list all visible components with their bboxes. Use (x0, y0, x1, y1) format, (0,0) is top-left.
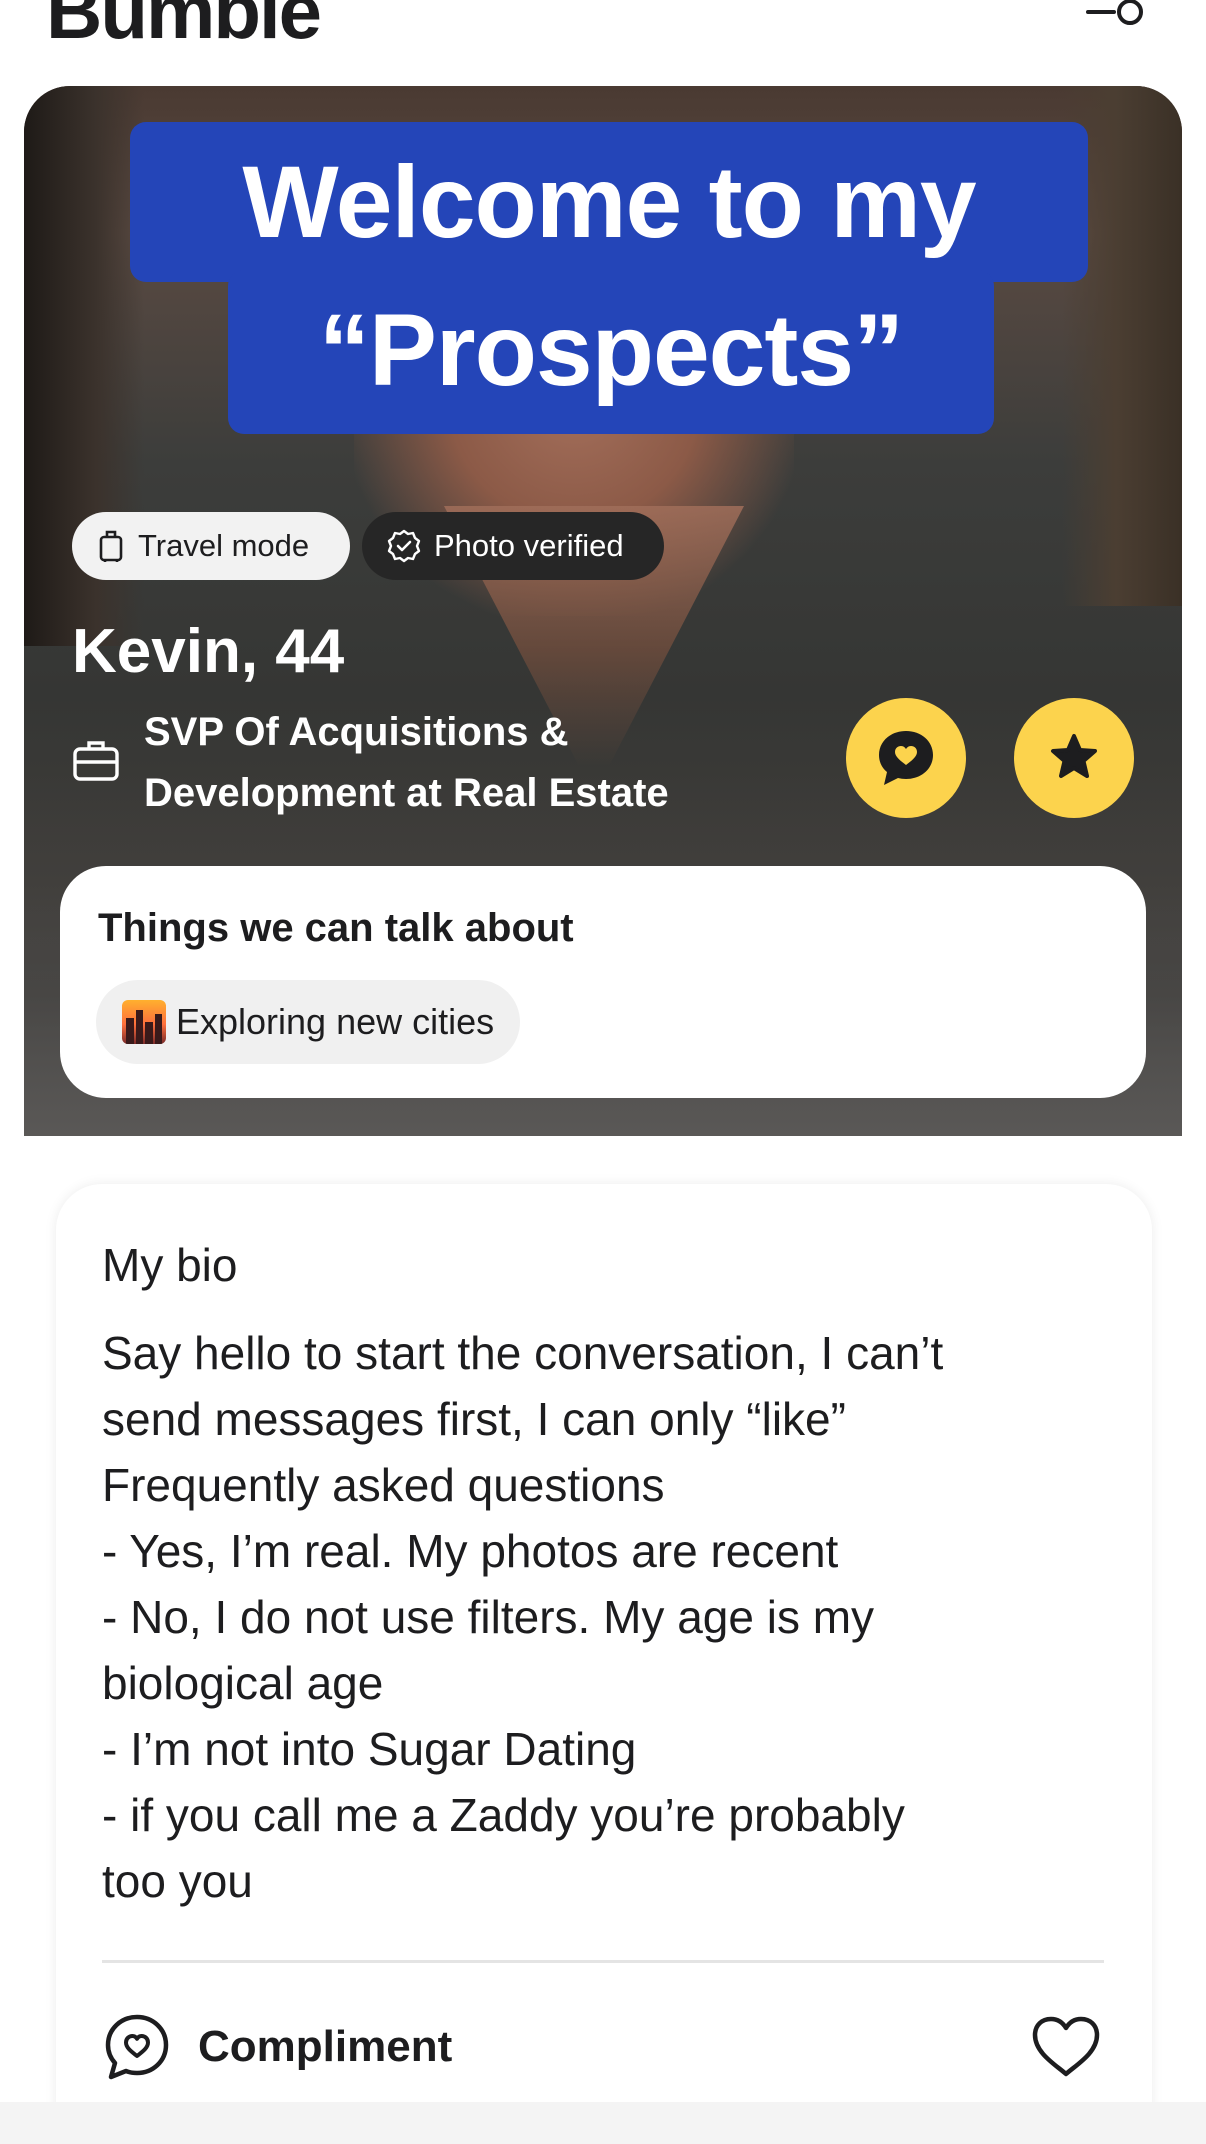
talk-topics-title: Things we can talk about (98, 906, 574, 950)
compliment-icon[interactable] (102, 2012, 172, 2082)
travel-mode-badge: Travel mode (72, 512, 350, 580)
bio-card: My bio Say hello to start the conversati… (56, 1184, 1152, 2144)
profile-job: SVP Of Acquisitions & Development at Rea… (144, 702, 744, 824)
profile-name-age: Kevin, 44 (72, 617, 345, 686)
profile-job-line2: Development at Real Estate (144, 771, 669, 815)
travel-mode-label: Travel mode (138, 528, 310, 563)
heart-outline-icon[interactable] (1030, 2014, 1102, 2080)
briefcase-icon (73, 741, 119, 781)
photo-caption-line1: Welcome to my (130, 122, 1088, 282)
bottom-nav-edge (0, 2102, 1206, 2144)
star-icon (1051, 734, 1097, 778)
bio-text: Say hello to start the conversation, I c… (102, 1320, 1102, 1914)
cityscape-icon (122, 1000, 166, 1044)
bio-line: send messages first, I can only “like” (102, 1393, 846, 1445)
topic-chip-label: Exploring new cities (176, 1001, 495, 1042)
bio-line: Say hello to start the conversation, I c… (102, 1327, 944, 1379)
topic-chip[interactable]: Exploring new cities (96, 980, 520, 1064)
bio-line: - Yes, I’m real. My photos are recent (102, 1525, 839, 1577)
photo-caption-line2: “Prospects” (228, 270, 994, 434)
heart-chat-icon (879, 731, 933, 785)
luggage-icon (99, 530, 123, 562)
bio-line: Frequently asked questions (102, 1459, 665, 1511)
photo-verified-badge: Photo verified (362, 512, 664, 580)
bio-line: - if you call me a Zaddy you’re probably (102, 1789, 905, 1841)
bio-divider (102, 1960, 1104, 1963)
superswipe-star-button[interactable] (1014, 698, 1134, 818)
compliment-button[interactable]: Compliment (198, 2022, 452, 2072)
profile-job-line1: SVP Of Acquisitions & (144, 710, 569, 754)
photo-verified-label: Photo verified (434, 528, 624, 563)
top-bar: Bumble (0, 0, 1206, 78)
bio-line: - No, I do not use filters. My age is my (102, 1591, 875, 1643)
bio-line: biological age (102, 1657, 384, 1709)
profile-photo-card[interactable]: Welcome to my “Prospects” Travel mode Ph… (24, 86, 1182, 1136)
app-logo: Bumble (46, 0, 322, 55)
verified-check-icon (387, 529, 421, 563)
talk-topics-card: Things we can talk about Exploring new c… (60, 866, 1146, 1098)
bio-line: - I’m not into Sugar Dating (102, 1723, 637, 1775)
bio-title: My bio (102, 1239, 238, 1291)
bio-line: too you (102, 1855, 253, 1907)
compliment-chat-button[interactable] (846, 698, 966, 818)
filter-icon[interactable] (1086, 0, 1158, 30)
